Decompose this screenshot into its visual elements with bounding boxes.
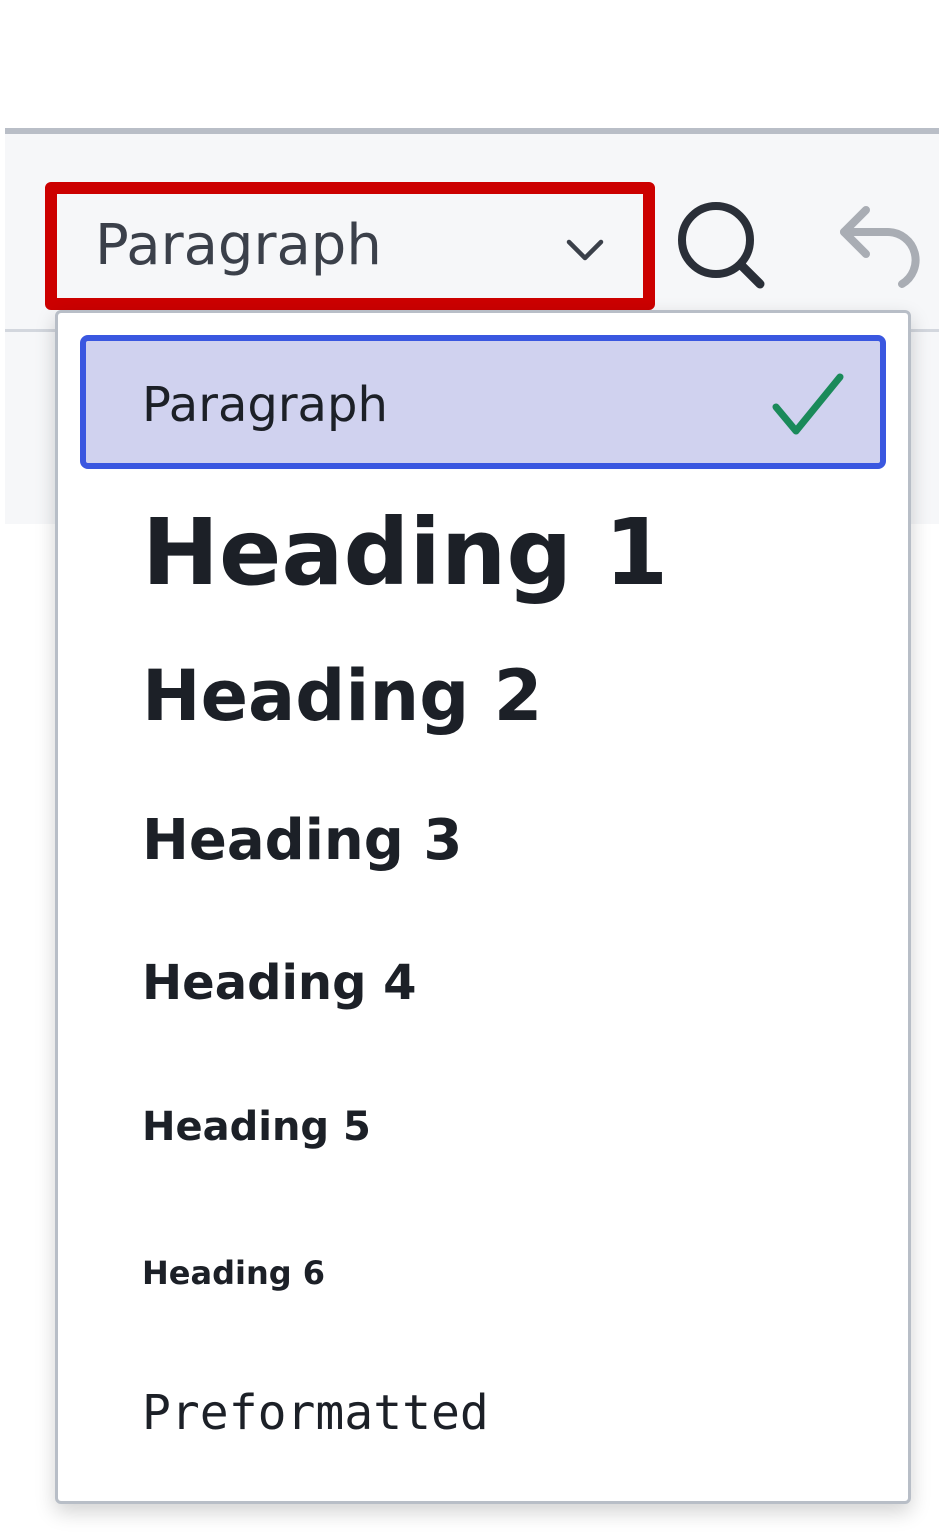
format-option-paragraph[interactable]: Paragraph [80, 335, 886, 469]
format-option-label: Paragraph [142, 377, 388, 433]
undo-button[interactable] [830, 196, 930, 296]
format-option-preformatted[interactable]: Preformatted [58, 1389, 908, 1437]
format-option-heading-5[interactable]: Heading 5 [58, 1107, 908, 1147]
undo-icon [840, 206, 920, 288]
format-option-heading-6[interactable]: Heading 6 [58, 1257, 908, 1289]
block-format-select[interactable]: Paragraph [45, 182, 655, 310]
block-format-dropdown: Paragraph Heading 1 Heading 2 Heading 3 … [55, 310, 911, 1504]
format-option-heading-1[interactable]: Heading 1 [58, 507, 908, 599]
block-format-select-value: Paragraph [95, 213, 382, 278]
format-option-heading-2[interactable]: Heading 2 [58, 661, 908, 731]
search-icon [678, 202, 765, 289]
format-option-heading-3[interactable]: Heading 3 [58, 813, 908, 869]
search-button[interactable] [672, 196, 772, 296]
format-option-heading-4[interactable]: Heading 4 [58, 959, 908, 1007]
editor-page: Paragraph Paragraph Heading 1 Heading 2 … [0, 0, 939, 1535]
checkmark-icon [772, 373, 844, 435]
chevron-down-icon [566, 239, 604, 261]
